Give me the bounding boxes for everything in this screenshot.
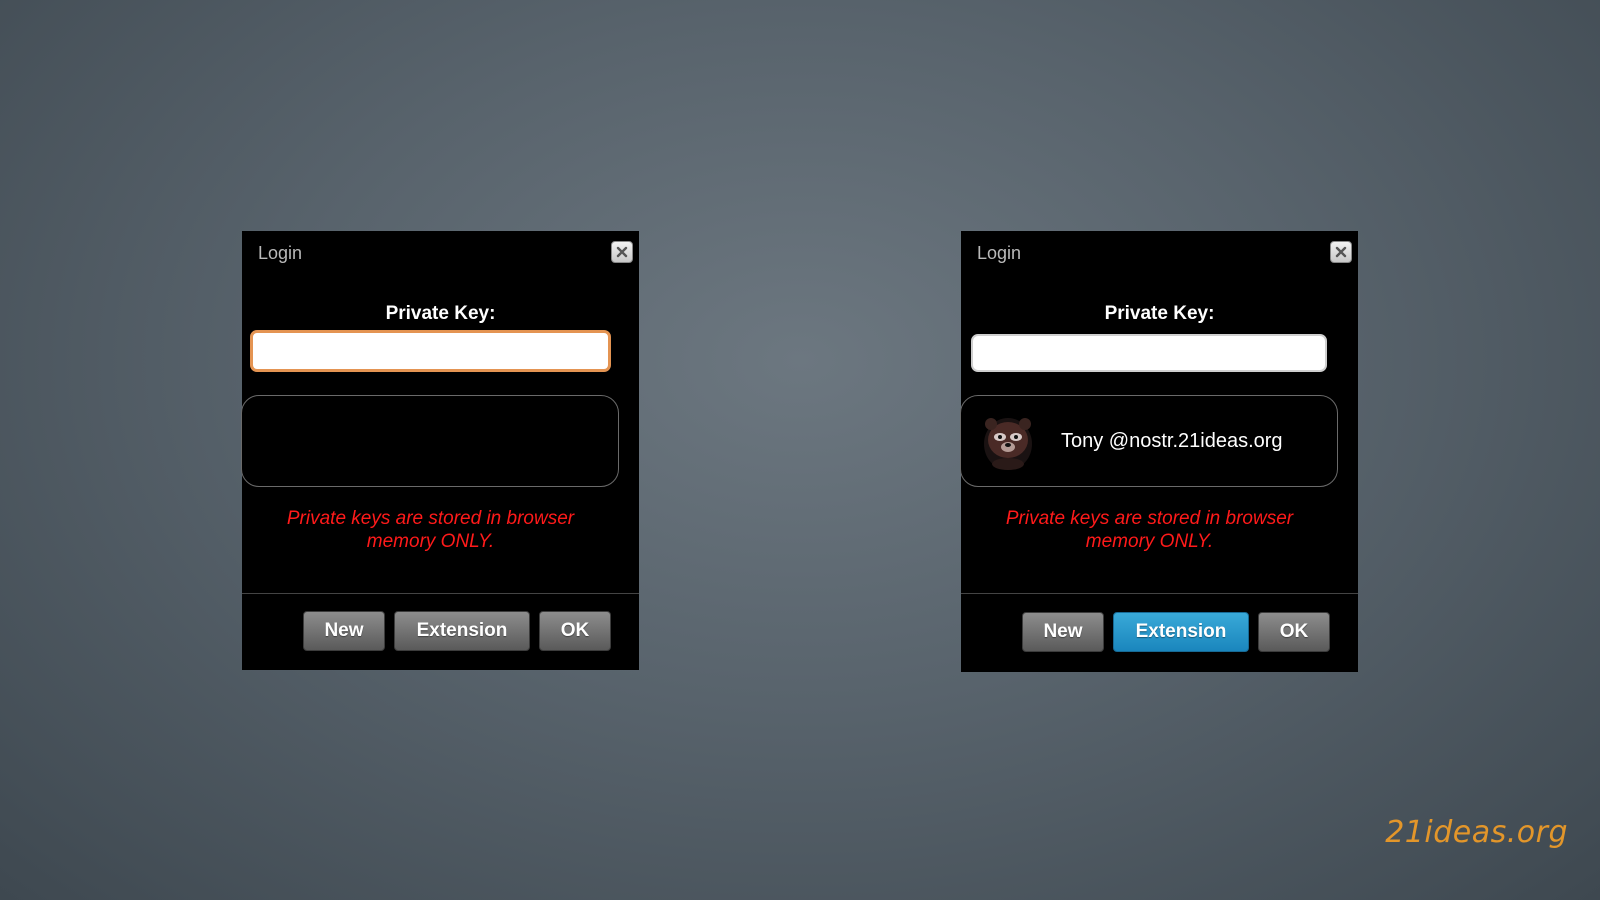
extension-button[interactable]: Extension <box>1113 612 1249 652</box>
warning-text: Private keys are stored in browser memor… <box>252 507 609 553</box>
new-button[interactable]: New <box>1022 612 1104 652</box>
footer-divider <box>242 593 639 594</box>
warning-text: Private keys are stored in browser memor… <box>971 507 1328 553</box>
extension-button[interactable]: Extension <box>394 611 530 651</box>
profile-list-item[interactable]: Tony @nostr.21ideas.org <box>960 395 1338 487</box>
footer-divider <box>961 593 1358 594</box>
close-button[interactable] <box>611 241 633 263</box>
new-button[interactable]: New <box>303 611 385 651</box>
login-dialog-right: Login Private Key: Tony @nostr.21ideas.o… <box>960 231 1358 672</box>
close-icon <box>1335 246 1347 258</box>
warning-line-2: memory ONLY. <box>1085 531 1214 552</box>
bear-avatar-icon <box>984 418 1032 470</box>
private-key-input[interactable] <box>971 334 1327 372</box>
warning-line-2: memory ONLY. <box>366 531 495 552</box>
login-dialog-left: Login Private Key: Private keys are stor… <box>241 231 639 670</box>
private-key-label: Private Key: <box>385 303 496 324</box>
warning-line-1: Private keys are stored in browser <box>286 508 575 529</box>
private-key-input[interactable] <box>250 330 611 372</box>
brand-watermark: 21ideas.org <box>1385 815 1568 850</box>
dialog-title: Login <box>977 243 1022 263</box>
ok-button[interactable]: OK <box>1258 612 1330 652</box>
private-key-label: Private Key: <box>1104 303 1215 324</box>
warning-line-1: Private keys are stored in browser <box>1005 508 1294 529</box>
close-button[interactable] <box>1330 241 1352 263</box>
profile-name: Tony @nostr.21ideas.org <box>1061 430 1283 452</box>
dialog-title: Login <box>258 243 303 263</box>
profile-list-empty <box>241 395 619 487</box>
ok-button[interactable]: OK <box>539 611 611 651</box>
close-icon <box>616 246 628 258</box>
